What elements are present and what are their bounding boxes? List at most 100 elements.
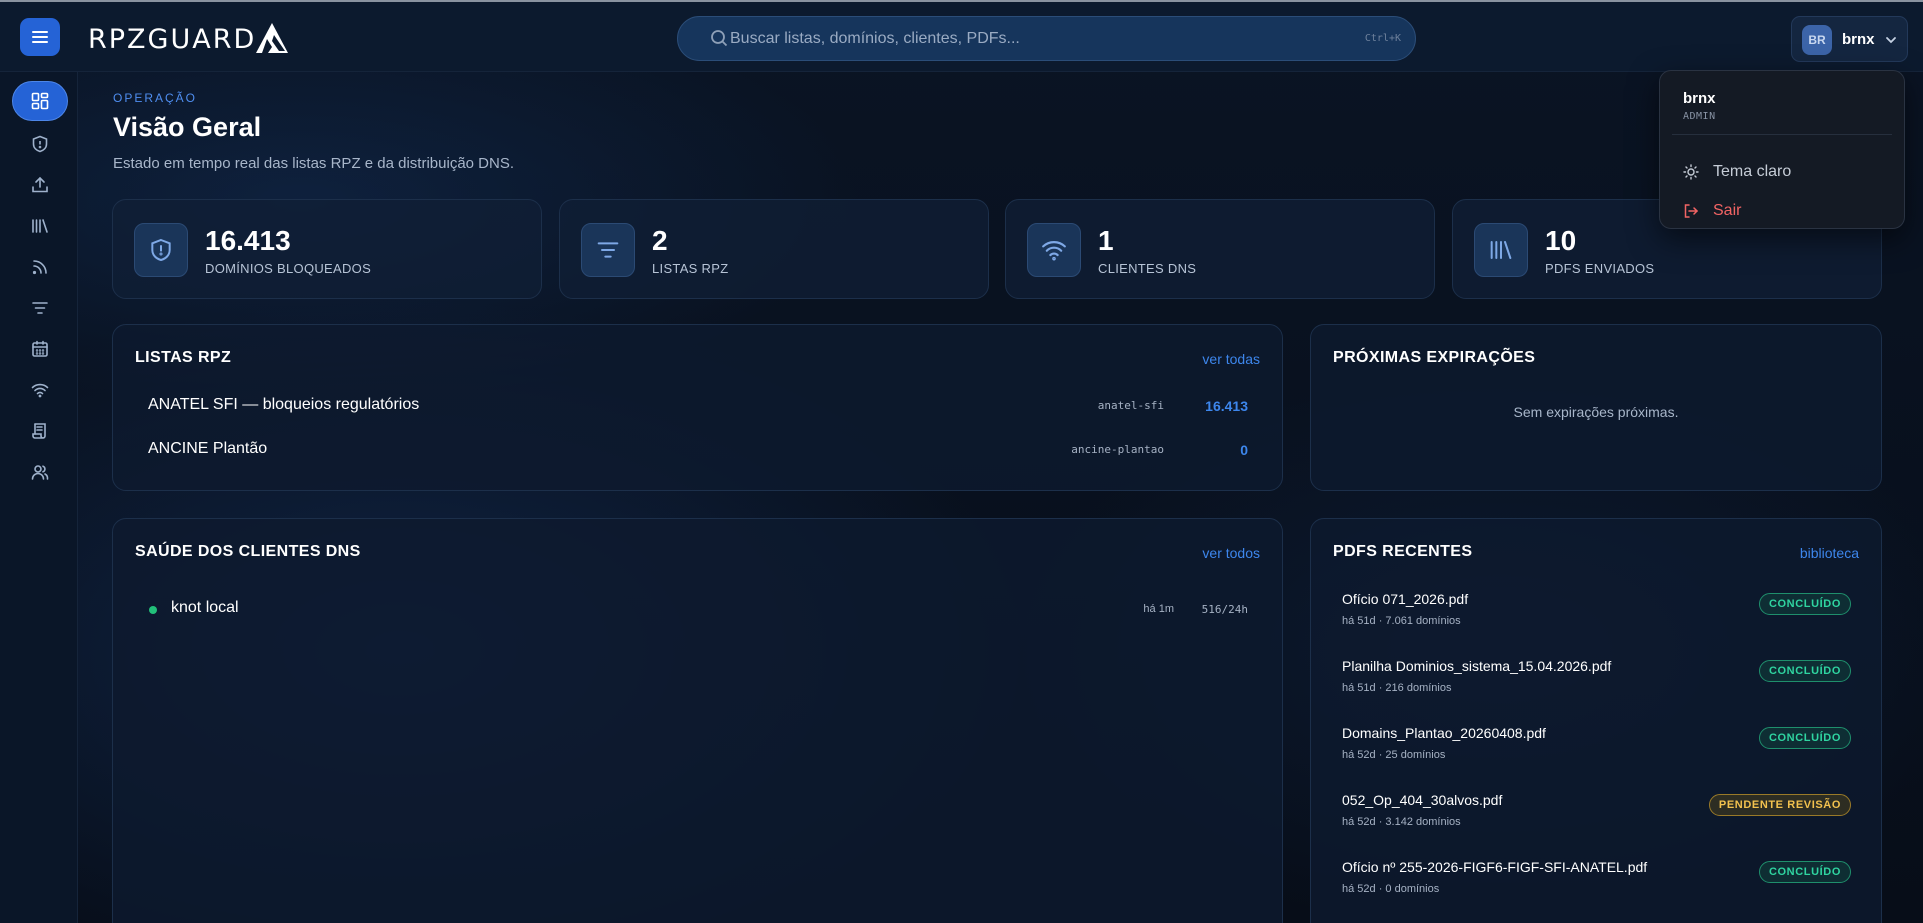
stat-icon — [134, 223, 188, 277]
pdf-meta: há 52d · 25 domínios — [1342, 749, 1446, 761]
sidebar-item-shield[interactable] — [12, 124, 68, 164]
client-last-seen: há 1m — [1143, 603, 1174, 615]
rss-icon — [32, 260, 47, 275]
expirations-panel: PRÓXIMAS EXPIRAÇÕES Sem expirações próxi… — [1310, 324, 1882, 491]
stat-value: 2 — [652, 225, 668, 256]
recent-pdfs-panel: PDFS RECENTES biblioteca Ofício 071_2026… — [1310, 518, 1882, 923]
search-shortcut: Ctrl+K — [1364, 33, 1401, 44]
rpz-lists-panel: LISTAS RPZ ver todas ANATEL SFI — bloque… — [112, 324, 1283, 491]
status-dot — [149, 606, 157, 614]
library-icon — [1490, 241, 1512, 259]
pdf-meta: há 51d · 7.061 domínios — [1342, 615, 1461, 627]
stat-label: DOMÍNIOS BLOQUEADOS — [205, 261, 372, 276]
wifi-icon — [31, 383, 49, 398]
stat-label: PDFS ENVIADOS — [1545, 261, 1655, 276]
stat-value: 10 — [1545, 225, 1577, 256]
logout-label: Sair — [1713, 202, 1742, 219]
menu-button[interactable] — [20, 18, 60, 56]
calendar-icon — [32, 340, 48, 357]
sidebar-item-upload[interactable] — [12, 165, 68, 205]
pdf-meta: há 51d · 216 domínios — [1342, 682, 1452, 694]
stat-icon — [1027, 223, 1081, 277]
list-item[interactable]: Ofício nº 255-2026-FIGF6-FIGF-SFI-ANATEL… — [1342, 859, 1851, 907]
logout-icon — [1684, 204, 1699, 218]
brand-logo[interactable]: RPZGUARD — [88, 20, 290, 58]
stat-icon — [1474, 223, 1528, 277]
sidebar — [0, 72, 78, 923]
sidebar-item-dashboard[interactable] — [12, 81, 68, 121]
pdf-meta: há 52d · 0 domínios — [1342, 883, 1440, 895]
status-badge: CONCLUÍDO — [1758, 593, 1851, 615]
client-rate: 516/24h — [1201, 603, 1248, 616]
pdf-filename: Planilha Dominios_sistema_15.04.2026.pdf — [1342, 658, 1612, 674]
dropdown-user-role: ADMIN — [1683, 111, 1716, 122]
brand-name: RPZGUARD — [88, 23, 257, 55]
stat-card-dns-clients[interactable]: 1 CLIENTES DNS — [1005, 199, 1435, 299]
upload-icon — [32, 176, 48, 193]
list-slug: anatel-sfi — [1097, 399, 1164, 412]
search-input[interactable] — [730, 17, 1330, 60]
user-dropdown: brnx ADMIN Tema claro Sair — [1659, 70, 1905, 229]
shield-icon — [32, 135, 48, 153]
sidebar-item-users[interactable] — [12, 452, 68, 492]
view-all-lists-link[interactable]: ver todas — [1202, 351, 1260, 367]
divider — [1672, 134, 1892, 135]
library-icon — [32, 219, 48, 233]
panel-title: LISTAS RPZ — [135, 349, 232, 366]
client-name: knot local — [171, 599, 239, 616]
avatar: BR — [1802, 25, 1832, 55]
library-link[interactable]: biblioteca — [1800, 545, 1859, 561]
filter-icon — [32, 302, 48, 314]
logout-item[interactable]: Sair — [1683, 199, 1741, 223]
dashboard-icon — [31, 92, 49, 110]
page-subtitle: Estado em tempo real das listas RPZ e da… — [113, 155, 515, 172]
list-item[interactable]: knot local há 1m 516/24h — [149, 599, 1248, 623]
status-badge: PENDENTE REVISÃO — [1708, 794, 1851, 816]
theme-toggle-item[interactable]: Tema claro — [1683, 160, 1791, 184]
empty-state: Sem expirações próximas. — [1513, 404, 1679, 420]
view-all-clients-link[interactable]: ver todos — [1202, 545, 1260, 561]
panel-title: SAÚDE DOS CLIENTES DNS — [135, 543, 361, 560]
chevron-down-icon — [1886, 37, 1896, 44]
sidebar-item-filters[interactable] — [12, 288, 68, 328]
sidebar-item-library[interactable] — [12, 206, 68, 246]
list-count: 0 — [1240, 442, 1248, 458]
stat-label: LISTAS RPZ — [652, 261, 729, 276]
page-eyebrow: OPERAÇÃO — [113, 91, 198, 105]
theme-toggle-label: Tema claro — [1713, 163, 1792, 180]
panel-title: PRÓXIMAS EXPIRAÇÕES — [1333, 349, 1536, 366]
stat-card-rpz-lists[interactable]: 2 LISTAS RPZ — [559, 199, 989, 299]
dropdown-user-name: brnx — [1683, 90, 1716, 107]
search-icon — [711, 30, 728, 47]
user-menu-button[interactable]: BR brnx — [1791, 16, 1908, 62]
wifi-icon — [1042, 241, 1066, 261]
status-badge: CONCLUÍDO — [1758, 727, 1851, 749]
pdf-filename: Domains_Plantao_20260408.pdf — [1342, 725, 1546, 741]
sidebar-item-feeds[interactable] — [12, 247, 68, 287]
sun-icon — [1683, 164, 1699, 180]
global-search[interactable]: Ctrl+K — [677, 16, 1416, 61]
list-item[interactable]: 052_Op_404_30alvos.pdf há 52d · 3.142 do… — [1342, 792, 1851, 840]
scroll-icon — [32, 423, 46, 439]
sidebar-item-dns-clients[interactable] — [12, 370, 68, 410]
list-item[interactable]: Domains_Plantao_20260408.pdf há 52d · 25… — [1342, 725, 1851, 773]
brand-mark-icon — [256, 23, 289, 53]
user-name: brnx — [1842, 31, 1875, 48]
list-slug: ancine-plantao — [1071, 443, 1164, 456]
list-item[interactable]: Ofício 071_2026.pdf há 51d · 7.061 domín… — [1342, 591, 1851, 639]
list-item[interactable]: ANCINE Plantão ancine-plantao 0 — [148, 440, 1248, 464]
status-badge: CONCLUÍDO — [1758, 861, 1851, 883]
stat-value: 1 — [1098, 225, 1114, 256]
users-icon — [31, 465, 49, 480]
list-name: ANCINE Plantão — [148, 440, 268, 457]
pdf-filename: 052_Op_404_30alvos.pdf — [1342, 792, 1503, 808]
list-item[interactable]: ANATEL SFI — bloqueios regulatórios anat… — [148, 396, 1248, 420]
hamburger-icon — [32, 31, 48, 43]
sidebar-item-calendar[interactable] — [12, 329, 68, 369]
status-badge: CONCLUÍDO — [1758, 660, 1851, 682]
list-item[interactable]: Planilha Dominios_sistema_15.04.2026.pdf… — [1342, 658, 1851, 706]
page-title: Visão Geral — [113, 112, 262, 142]
sidebar-item-logs[interactable] — [12, 411, 68, 451]
pdf-filename: Ofício 071_2026.pdf — [1342, 591, 1469, 607]
stat-card-blocked-domains[interactable]: 16.413 DOMÍNIOS BLOQUEADOS — [112, 199, 542, 299]
